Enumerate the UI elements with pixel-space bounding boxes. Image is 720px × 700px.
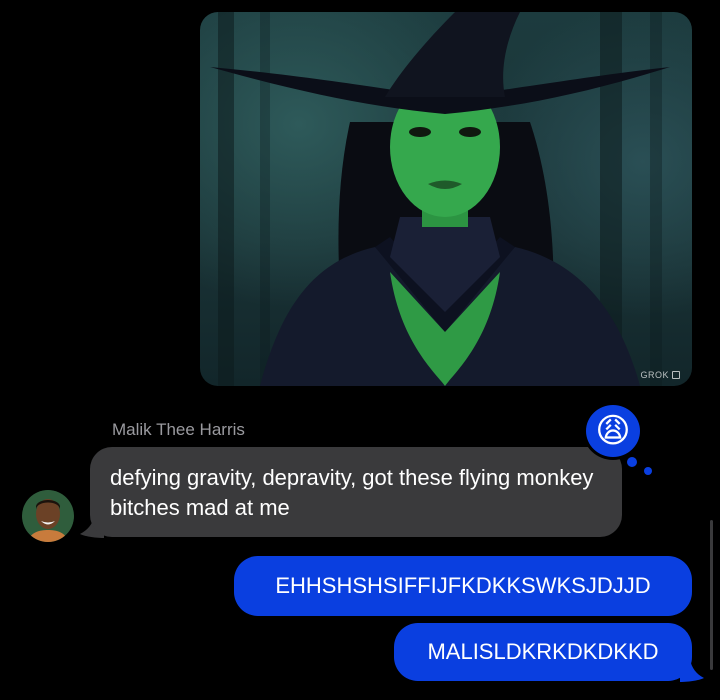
contact-avatar[interactable]: [22, 490, 74, 542]
outgoing-message-text: EHHSHSHSIFFIJFKDKKSWKSJDJJD: [275, 573, 651, 598]
incoming-message-text: defying gravity, depravity, got these fl…: [110, 465, 594, 520]
image-message[interactable]: GROK: [200, 12, 692, 386]
tapback-reaction[interactable]: 😩: [583, 402, 643, 460]
sender-name: Malik Thee Harris: [112, 420, 245, 439]
incoming-message-bubble[interactable]: defying gravity, depravity, got these fl…: [90, 447, 622, 537]
grok-logo-icon: [672, 371, 680, 379]
tapback-tail-dot: [625, 455, 639, 469]
avatar-photo-icon: [22, 490, 74, 542]
witch-figure: [210, 12, 670, 386]
outgoing-bubble-tail: [680, 660, 704, 682]
outgoing-message-bubble[interactable]: EHHSHSHSIFFIJFKDKKSWKSJDJJD: [234, 556, 692, 616]
outgoing-message-text: MALISLDKRKDKDKKD: [427, 639, 659, 664]
grok-watermark: GROK: [640, 370, 680, 380]
outgoing-message-bubble[interactable]: MALISLDKRKDKDKKD: [394, 623, 692, 681]
scrollbar[interactable]: [710, 520, 713, 670]
tapback-tail-dot-small: [644, 467, 652, 475]
weary-face-emoji-icon: 😩: [595, 412, 631, 450]
